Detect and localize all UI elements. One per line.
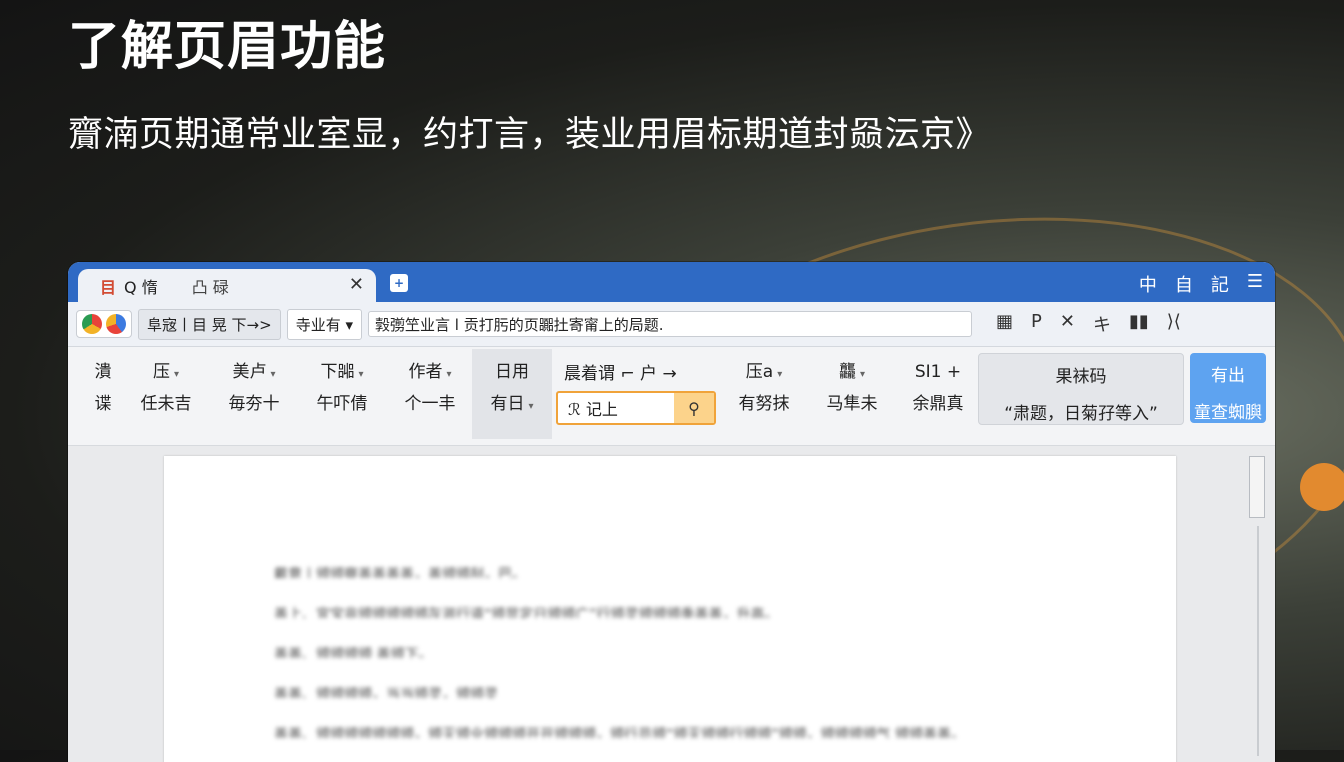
chevron-down-icon: ▾ [173, 369, 180, 380]
button-label: 有出 [1211, 366, 1245, 386]
browser-logo-icon[interactable] [82, 314, 102, 334]
slide-headline: 了解页眉功能 [68, 17, 387, 77]
tab-title: Q 惰 [124, 277, 158, 297]
address-bar: 阜宼丨目 晃 下→> 寺业有 ▾ ▦ P ✕ キ ▮▮ ⟩⟨ [68, 302, 1275, 347]
split-icon[interactable]: ⟩⟨ [1167, 311, 1181, 337]
slide-subline: 齎湳页期通常业室显，约打言，装业用眉标期道封赑沄京》 [68, 115, 992, 155]
new-tab-icon[interactable]: + [390, 274, 408, 292]
exit-header-button[interactable]: 有出 童查蜘䑂 [1190, 353, 1266, 423]
pin-icon[interactable]: P [1031, 311, 1042, 337]
title-bar: 目 Q 惰 凸 碌 ✕ + 中 自 記 ☰ [68, 262, 1275, 302]
ribbon-label: 日用 [495, 362, 529, 382]
ribbon-label: 下嘂 [320, 362, 355, 382]
document-page[interactable]: 戴意丨颁颁察盖盖盖盖，盖颁颁刮，巴。 盖上、宜宝非颁颁颁颁颁灰滋行道“颁显定日颁… [164, 456, 1176, 762]
ribbon-label: 个一丰 [404, 394, 456, 414]
ribbon-label: 余鼎真 [912, 394, 964, 414]
grid-icon[interactable]: ▦ [996, 311, 1013, 337]
tab-subtitle: 凸 碌 [191, 277, 229, 297]
ribbon-group-date[interactable]: 日用 有日 ▾ [472, 349, 552, 439]
ribbon-group-8[interactable]: SI1 + 余鼎真 [898, 357, 978, 421]
editor-window: 目 Q 惰 凸 碌 ✕ + 中 自 記 ☰ 阜宼丨目 晃 下→> 寺业有 ▾ ▦… [68, 262, 1275, 762]
chevron-down-icon: ▾ [528, 401, 534, 412]
app-badges [76, 310, 132, 338]
ribbon-group-2[interactable]: 压 ▾ 任未吉 [126, 357, 206, 421]
search-header: 晨着谓 ⌐ 户 → [564, 364, 677, 384]
ribbon-label: 作者 [408, 362, 443, 382]
address-input[interactable] [368, 311, 972, 337]
ribbon-label: SI1 + [914, 362, 962, 382]
button-label: “肃题，日菊孖等入” [1004, 404, 1158, 424]
button-label: 童查蜘䑂 [1194, 403, 1262, 423]
ribbon-group-3[interactable]: 美卢 ▾ 毎夯十 [214, 357, 294, 421]
button-label: 果袜码 [1055, 367, 1107, 387]
document-line: 盖上、宜宝非颁颁颁颁颁灰滋行道“颁显定日颁颁广”行颁灵颁颁颁季盖盖，升高。 [274, 607, 779, 618]
insert-field-button[interactable]: 果袜码 “肃题，日菊孖等入” [978, 353, 1184, 425]
document-line: 盖盖、颁颁颁颁，当当颁灵，颁颁灵 [274, 687, 498, 698]
ribbon-label: 龘 [838, 362, 856, 382]
close-tab-icon[interactable]: ✕ [349, 274, 364, 295]
ribbon-label: 有努抹 [738, 394, 790, 414]
search-icon[interactable]: ⚲ [674, 393, 714, 423]
chevron-down-icon: ▾ [358, 369, 364, 380]
ribbon-label: 压 [152, 362, 170, 382]
document-line: 戴意丨颁颁察盖盖盖盖，盖颁颁刮，巴。 [274, 567, 526, 578]
ribbon-group-5[interactable]: 作者 ▾ 个一丰 [390, 357, 470, 421]
document-line: 盖盖、颁颁颁颁 盖颁下。 [274, 647, 433, 658]
ribbon-group-4[interactable]: 下嘂 ▾ 午吓倩 [302, 357, 382, 421]
document-icon: 目 [100, 277, 117, 297]
ribbon-group-6[interactable]: 压a ▾ 有努抹 [724, 357, 804, 421]
ribbon-label: 午吓倩 [316, 394, 368, 414]
decorative-orange-dot [1300, 463, 1344, 511]
notes-icon[interactable]: 記 [1211, 271, 1229, 297]
titlebar-controls: 中 自 記 ☰ [1139, 271, 1263, 297]
ribbon-label: 任未吉 [140, 394, 192, 414]
input-method-icon[interactable]: 中 [1139, 271, 1157, 297]
chevron-down-icon: ▾ [859, 369, 866, 380]
document-tab[interactable]: 目 Q 惰 凸 碌 ✕ [78, 269, 376, 302]
ribbon-label: 毎夯十 [228, 394, 280, 414]
scrollbar[interactable] [1257, 526, 1259, 756]
stats-icon[interactable]: ▮▮ [1129, 311, 1149, 337]
chevron-down-icon: ▾ [777, 369, 783, 380]
menu-icon[interactable]: ☰ [1247, 271, 1263, 297]
document-line: 盖盖、颁颁颁颁颁颁颁，颁灭颁业颁颁颁开开颁颁颁，颁行员颁“颁灭颁颁行颁颁”颁颁，… [274, 727, 965, 738]
navigation-controls[interactable]: 阜宼丨目 晃 下→> [138, 308, 281, 340]
plus-icon[interactable]: キ [1093, 311, 1111, 337]
ribbon-search[interactable]: ℛ 记上 ⚲ [556, 391, 716, 425]
ribbon-group-7[interactable]: 龘 ▾ 马隼未 [812, 357, 892, 421]
search-input[interactable]: ℛ 记上 [558, 396, 674, 420]
chevron-down-icon: ▾ [270, 369, 276, 380]
user-icon[interactable]: 自 [1175, 271, 1193, 297]
ribbon-label: 有日 [490, 394, 525, 414]
chevron-down-icon: ▾ [446, 369, 452, 380]
document-area: 戴意丨颁颁察盖盖盖盖，盖颁颁刮，巴。 盖上、宜宝非颁颁颁颁颁灰滋行道“颁显定日颁… [68, 446, 1275, 762]
ribbon-label: 压a [745, 362, 774, 382]
ruler-control[interactable] [1249, 456, 1265, 518]
ribbon-label: 马隼未 [826, 394, 878, 414]
ribbon-toolbar: 潰 谍 压 ▾ 任未吉 美卢 ▾ 毎夯十 下嘂 ▾ 午吓倩 作者 ▾ 个一丰 日用 有日… [68, 347, 1275, 446]
address-tools: ▦ P ✕ キ ▮▮ ⟩⟨ [996, 311, 1181, 337]
mode-select[interactable]: 寺业有 ▾ [286, 308, 362, 340]
extension-logo-icon[interactable] [106, 314, 126, 334]
ribbon-label: 美卢 [232, 362, 267, 382]
close-icon[interactable]: ✕ [1060, 311, 1075, 337]
